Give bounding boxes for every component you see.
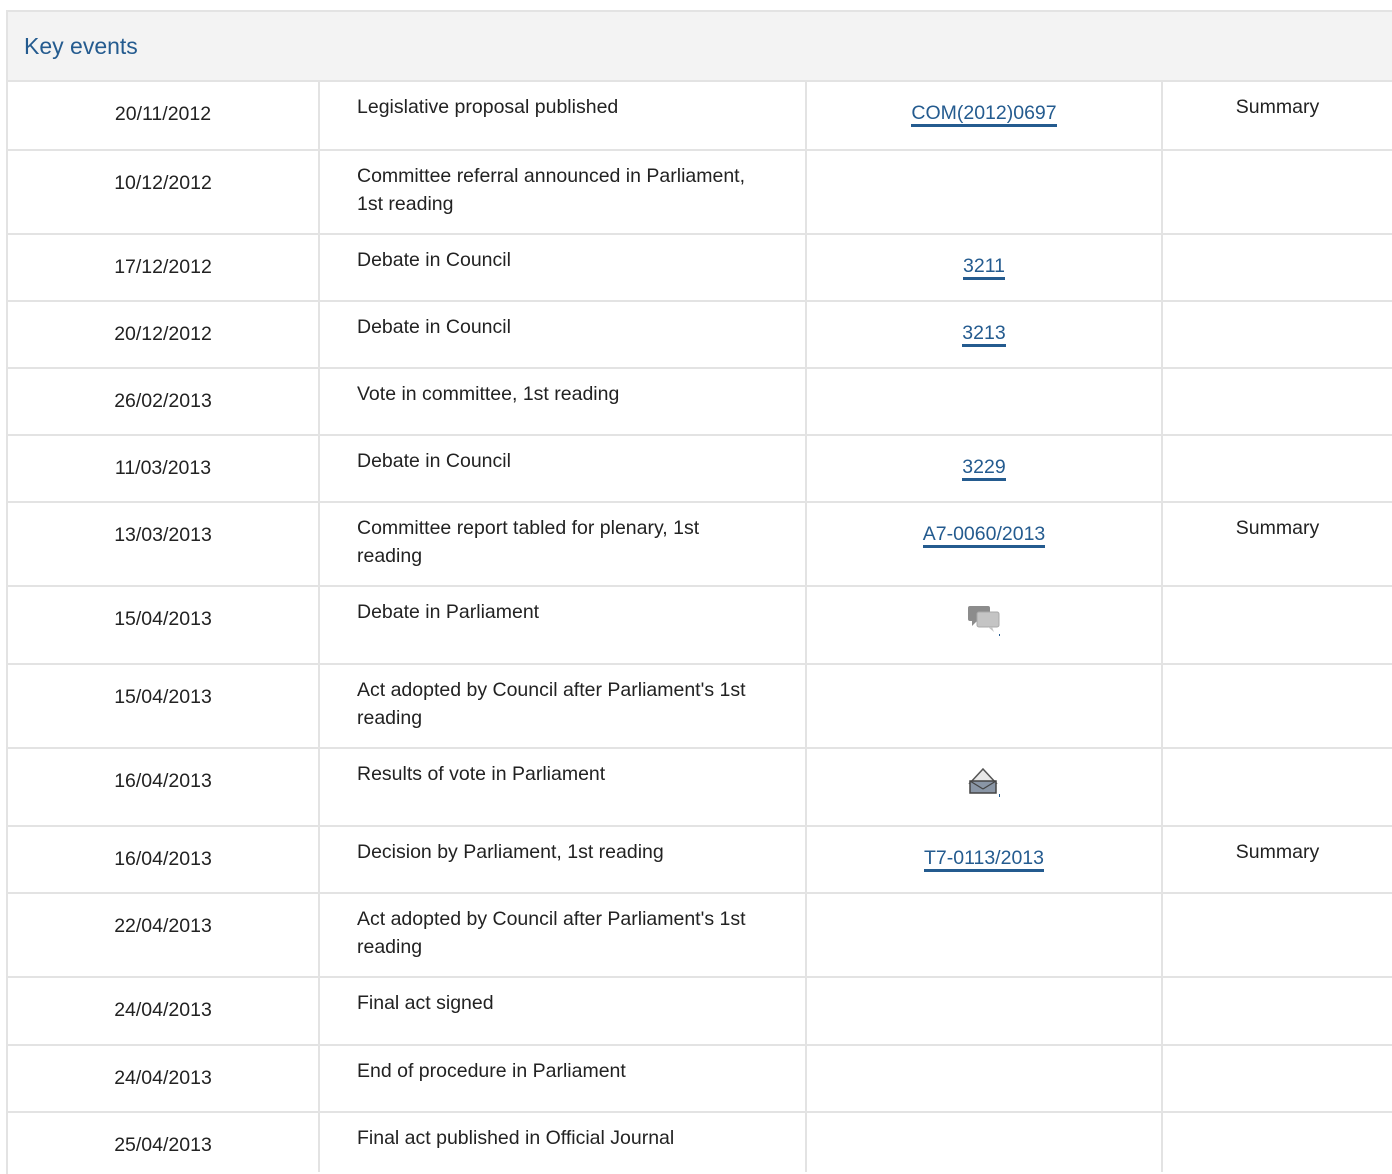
table-row: 10/12/2012 Committee referral announced i… — [8, 150, 1392, 235]
event-document: 3211 — [806, 234, 1163, 302]
event-date: 24/04/2013 — [8, 1045, 320, 1113]
event-description: Committee report tabled for plenary, 1st… — [319, 502, 807, 587]
event-document: T7-0113/2013 — [806, 826, 1163, 894]
event-date: 10/12/2012 — [8, 150, 320, 235]
event-description: Debate in Council — [319, 435, 807, 503]
summary-cell — [1162, 435, 1392, 503]
event-date: 17/12/2012 — [8, 234, 320, 302]
event-description: Final act signed — [319, 977, 807, 1046]
event-date: 20/12/2012 — [8, 301, 320, 369]
table-row: 11/03/2013 Debate in Council 3229 — [8, 435, 1392, 503]
event-date: 16/04/2013 — [8, 748, 320, 827]
event-description: Decision by Parliament, 1st reading — [319, 826, 807, 894]
summary-cell — [1162, 1112, 1392, 1172]
event-date: 13/03/2013 — [8, 502, 320, 587]
table-row: 13/03/2013 Committee report tabled for pl… — [8, 502, 1392, 587]
event-document — [806, 1045, 1163, 1113]
document-link[interactable]: 3213 — [962, 322, 1006, 347]
document-link[interactable]: T7-0113/2013 — [924, 847, 1044, 872]
summary-cell — [1162, 748, 1392, 827]
summary-cell[interactable]: Summary — [1162, 82, 1392, 151]
event-description: Debate in Council — [319, 234, 807, 302]
table-row: 15/04/2013 Act adopted by Council after P… — [8, 664, 1392, 749]
key-events-table: 20/11/2012 Legislative proposal published… — [8, 82, 1392, 1172]
summary-cell[interactable]: Summary — [1162, 502, 1392, 587]
event-description: Legislative proposal published — [319, 82, 807, 151]
summary-cell — [1162, 301, 1392, 369]
document-link[interactable]: COM(2012)0697 — [911, 102, 1057, 127]
event-description: Vote in committee, 1st reading — [319, 368, 807, 436]
event-description: Results of vote in Parliament — [319, 748, 807, 827]
event-description: Debate in Council — [319, 301, 807, 369]
vote-results-icon[interactable] — [966, 766, 1002, 806]
table-row: 24/04/2013 End of procedure in Parliament — [8, 1045, 1392, 1113]
event-date: 25/04/2013 — [8, 1112, 320, 1172]
table-row: 15/04/2013 Debate in Parliament — [8, 586, 1392, 665]
panel-title: Key events — [24, 32, 138, 59]
event-document — [806, 1112, 1163, 1172]
event-date: 16/04/2013 — [8, 826, 320, 894]
key-events-panel: Key events 20/11/2012 Legislative proposa… — [6, 10, 1392, 1174]
event-document: 3229 — [806, 435, 1163, 503]
event-description: Committee referral announced in Parliame… — [319, 150, 807, 235]
event-date: 15/04/2013 — [8, 586, 320, 665]
table-row: 16/04/2013 Results of vote in Parliament — [8, 748, 1392, 827]
document-link[interactable]: 3229 — [962, 456, 1006, 481]
summary-cell[interactable]: Summary — [1162, 826, 1392, 894]
document-link[interactable]: 3211 — [963, 255, 1005, 280]
event-description: Debate in Parliament — [319, 586, 807, 665]
event-description: Act adopted by Council after Parliament'… — [319, 893, 807, 978]
debate-icon[interactable] — [966, 604, 1002, 644]
event-document — [806, 664, 1163, 749]
summary-cell — [1162, 234, 1392, 302]
event-document: A7-0060/2013 — [806, 502, 1163, 587]
table-row: 22/04/2013 Act adopted by Council after P… — [8, 893, 1392, 978]
event-document — [806, 150, 1163, 235]
table-row: 20/11/2012 Legislative proposal published… — [8, 82, 1392, 151]
event-description: End of procedure in Parliament — [319, 1045, 807, 1113]
summary-cell — [1162, 586, 1392, 665]
summary-cell — [1162, 1045, 1392, 1113]
table-row: 25/04/2013 Final act published in Officia… — [8, 1112, 1392, 1172]
summary-cell — [1162, 893, 1392, 978]
table-row: 16/04/2013 Decision by Parliament, 1st re… — [8, 826, 1392, 894]
event-document — [806, 893, 1163, 978]
event-description: Final act published in Official Journal — [319, 1112, 807, 1172]
summary-cell — [1162, 150, 1392, 235]
event-document: 3213 — [806, 301, 1163, 369]
event-date: 22/04/2013 — [8, 893, 320, 978]
event-document — [806, 748, 1163, 827]
summary-cell — [1162, 977, 1392, 1046]
table-row: 26/02/2013 Vote in committee, 1st reading — [8, 368, 1392, 436]
event-date: 26/02/2013 — [8, 368, 320, 436]
event-date: 11/03/2013 — [8, 435, 320, 503]
event-date: 15/04/2013 — [8, 664, 320, 749]
panel-header[interactable]: Key events — [8, 12, 1392, 82]
event-date: 20/11/2012 — [8, 82, 320, 151]
table-row: 24/04/2013 Final act signed — [8, 977, 1392, 1046]
event-document — [806, 977, 1163, 1046]
summary-cell — [1162, 368, 1392, 436]
event-document: COM(2012)0697 — [806, 82, 1163, 151]
table-row: 20/12/2012 Debate in Council 3213 — [8, 301, 1392, 369]
event-document — [806, 368, 1163, 436]
event-description: Act adopted by Council after Parliament'… — [319, 664, 807, 749]
table-row: 17/12/2012 Debate in Council 3211 — [8, 234, 1392, 302]
summary-cell — [1162, 664, 1392, 749]
event-date: 24/04/2013 — [8, 977, 320, 1046]
document-link[interactable]: A7-0060/2013 — [922, 523, 1046, 548]
event-document — [806, 586, 1163, 665]
